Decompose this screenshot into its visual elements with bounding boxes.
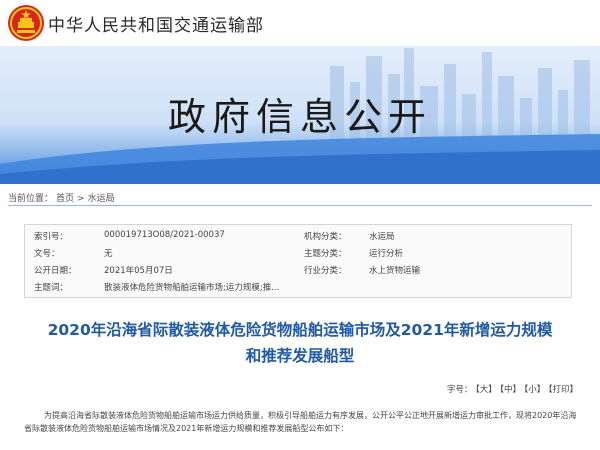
info-key: 文号： [34,249,60,259]
info-value: 无 [104,249,113,259]
info-value: 2021年05月07日 [104,266,173,276]
article-title: 2020年沿海省际散装液体危险货物船舶运输市场及2021年新增运力规模和推荐发展… [47,321,553,365]
breadcrumb-label: 当前位置： [8,194,54,204]
info-value: 运行分析 [369,249,404,259]
site-header: 中华人民共和国交通运输部 [0,0,600,46]
font-size-large-button[interactable]: 【大】 [475,385,496,395]
breadcrumb-section-link[interactable]: 水运局 [88,194,115,204]
font-size-controls: 字号： 【大】 【中】 【小】 【打印】 [444,383,578,395]
body-paragraph: 为提高沿海省际散装液体危险货物船舶运输市场运力供给质量，积极引导船舶运力有序发展… [24,411,577,433]
info-value: 水运局 [369,232,395,242]
info-key: 行业分类： [304,266,347,276]
info-row: 主题词： 散装液体危险货物船舶运输市场;运力规模;推... [25,281,571,298]
info-row: 公开日期： 2021年05月07日 行业分类： 水上货物运输 [25,264,571,281]
font-size-medium-button[interactable]: 【中】 [500,385,521,395]
banner: 政府信息公开 [0,46,600,184]
info-key: 机构分类： [304,232,347,242]
info-row: 索引号： 000019713O08/2021-00037 机构分类： 水运局 [25,230,571,247]
info-key: 主题词： [34,283,69,293]
info-value: 水上货物运输 [369,266,421,276]
breadcrumb-divider [8,205,592,206]
article-body: 为提高沿海省际散装液体危险货物船舶运输市场运力供给质量，积极引导船舶运力有序发展… [24,409,584,435]
info-key: 公开日期： [34,266,77,276]
breadcrumb-separator: > [77,194,85,204]
info-value: 散装液体危险货物船舶运输市场;运力规模;推... [104,283,280,293]
info-value: 000019713O08/2021-00037 [104,230,225,240]
breadcrumb-home-link[interactable]: 首页 [56,194,74,204]
info-row: 文号： 无 主题分类： 运行分析 [25,247,571,264]
site-name[interactable]: 中华人民共和国交通运输部 [48,11,264,36]
info-key: 索引号： [34,232,69,242]
breadcrumb: 当前位置： 首页 > 水运局 [8,191,118,204]
font-size-label: 字号： [446,385,473,395]
print-button[interactable]: 【打印】 [548,385,578,395]
info-key: 主题分类： [304,249,347,259]
font-size-small-button[interactable]: 【小】 [524,385,545,395]
national-emblem-icon[interactable] [6,3,46,43]
banner-title: 政府信息公开 [167,95,432,139]
info-table: 索引号： 000019713O08/2021-00037 机构分类： 水运局 文… [24,224,572,298]
